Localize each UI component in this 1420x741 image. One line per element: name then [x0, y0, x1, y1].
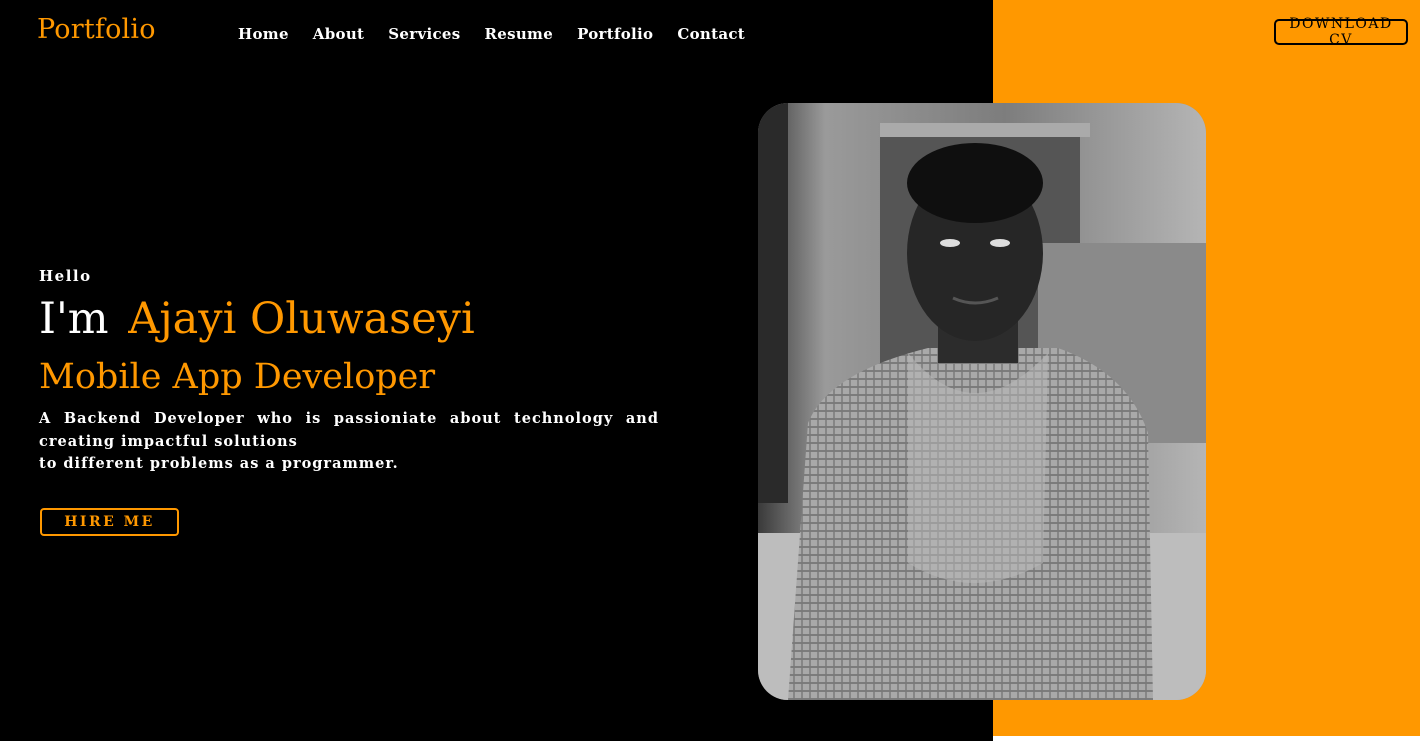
hero-role: Mobile App Developer	[39, 357, 436, 397]
nav-home[interactable]: Home	[238, 25, 289, 43]
nav-about[interactable]: About	[313, 25, 364, 43]
hero-name: Ajayi Oluwaseyi	[128, 294, 475, 344]
nav-services[interactable]: Services	[388, 25, 460, 43]
intro-prefix: I'm	[39, 294, 109, 344]
hire-me-button[interactable]: HIRE ME	[40, 508, 179, 536]
nav-contact[interactable]: Contact	[677, 25, 745, 43]
hero-heading: I'm Ajayi Oluwaseyi	[39, 294, 475, 344]
greeting: Hello	[39, 267, 92, 285]
description-line-1: A Backend Developer who is passioniate a…	[39, 410, 659, 450]
portrait-illustration	[758, 103, 1206, 700]
download-cv-button[interactable]: DOWNLOAD CV	[1274, 16, 1408, 48]
site-logo[interactable]: Portfolio	[37, 14, 156, 45]
profile-photo	[758, 103, 1206, 700]
main-nav: Home About Services Resume Portfolio Con…	[238, 25, 745, 43]
nav-portfolio[interactable]: Portfolio	[577, 25, 653, 43]
nav-resume[interactable]: Resume	[484, 25, 553, 43]
bottom-strip	[993, 736, 1420, 741]
hero-description: A Backend Developer who is passioniate a…	[39, 408, 659, 476]
description-line-2: to different problems as a programmer.	[39, 455, 399, 472]
